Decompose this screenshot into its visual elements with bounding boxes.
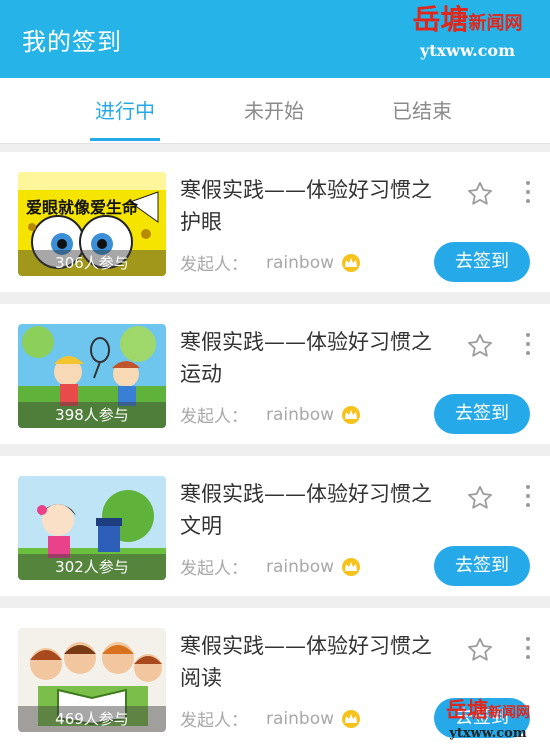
thumbnail-caption: 爱眼就像爱生命 (26, 198, 139, 217)
sign-in-button[interactable]: 去签到 (434, 394, 530, 434)
initiator-row: 发起人： rainbow (180, 402, 360, 427)
initiator-label: 发起人： (180, 711, 248, 731)
crown-icon (342, 709, 360, 728)
crown-icon (342, 557, 360, 576)
activity-card[interactable]: 爱眼就像爱生命 306人参与 寒假实践——体验好习惯之护眼 发起人： rainb… (0, 152, 550, 292)
more-options-icon[interactable] (520, 636, 536, 662)
activity-card[interactable]: 302人参与 寒假实践——体验好习惯之文明 发起人： rainbow 去签到 (0, 456, 550, 596)
initiator-label: 发起人： (180, 407, 248, 427)
crown-icon (342, 405, 360, 424)
favorite-star-icon[interactable] (466, 332, 496, 360)
page-title: 我的签到 (22, 28, 122, 56)
watermark-brand: 岳塘新闻网 (446, 697, 530, 722)
activity-thumbnail: 469人参与 (18, 628, 166, 732)
favorite-star-icon[interactable] (466, 636, 496, 664)
favorite-star-icon[interactable] (466, 484, 496, 512)
status-tabs: 进行中 未开始 已结束 (0, 78, 550, 144)
sign-in-button[interactable]: 去签到 (434, 546, 530, 586)
crown-icon (342, 253, 360, 272)
more-options-icon[interactable] (520, 332, 536, 358)
initiator-row: 发起人： rainbow (180, 250, 360, 275)
initiator-name: rainbow (266, 252, 334, 273)
participant-count: 302人参与 (18, 554, 166, 580)
tab-ended[interactable]: 已结束 (352, 78, 492, 144)
activity-thumbnail: 398人参与 (18, 324, 166, 428)
watermark-url: ytxww.com (449, 726, 527, 741)
more-options-icon[interactable] (520, 484, 536, 510)
initiator-name: rainbow (266, 556, 334, 577)
initiator-label: 发起人： (180, 255, 248, 275)
activity-title[interactable]: 寒假实践——体验好习惯之运动 (180, 326, 440, 390)
site-watermark: 岳塘新闻网 ytxww.com (395, 4, 540, 64)
participant-count: 398人参与 (18, 402, 166, 428)
activity-thumbnail: 302人参与 (18, 476, 166, 580)
tab-not-started[interactable]: 未开始 (204, 78, 344, 144)
initiator-name: rainbow (266, 404, 334, 425)
activity-title[interactable]: 寒假实践——体验好习惯之护眼 (180, 174, 440, 238)
bottom-watermark: 岳塘新闻网 ytxww.com (432, 698, 544, 746)
app-header: 我的签到 岳塘新闻网 ytxww.com (0, 0, 550, 78)
participant-count: 469人参与 (18, 706, 166, 732)
active-tab-indicator (90, 138, 160, 141)
initiator-row: 发起人： rainbow (180, 706, 360, 731)
initiator-name: rainbow (266, 708, 334, 729)
initiator-row: 发起人： rainbow (180, 554, 360, 579)
participant-count: 306人参与 (18, 250, 166, 276)
sign-in-button[interactable]: 去签到 (434, 242, 530, 282)
initiator-label: 发起人： (180, 559, 248, 579)
watermark-url: ytxww.com (419, 41, 516, 60)
activity-title[interactable]: 寒假实践——体验好习惯之文明 (180, 478, 440, 542)
favorite-star-icon[interactable] (466, 180, 496, 208)
activity-thumbnail: 爱眼就像爱生命 306人参与 (18, 172, 166, 276)
more-options-icon[interactable] (520, 180, 536, 206)
watermark-brand: 岳塘新闻网 (412, 3, 523, 36)
activity-card[interactable]: 398人参与 寒假实践——体验好习惯之运动 发起人： rainbow 去签到 (0, 304, 550, 444)
tab-in-progress[interactable]: 进行中 (55, 78, 195, 144)
activity-title[interactable]: 寒假实践——体验好习惯之阅读 (180, 630, 440, 694)
